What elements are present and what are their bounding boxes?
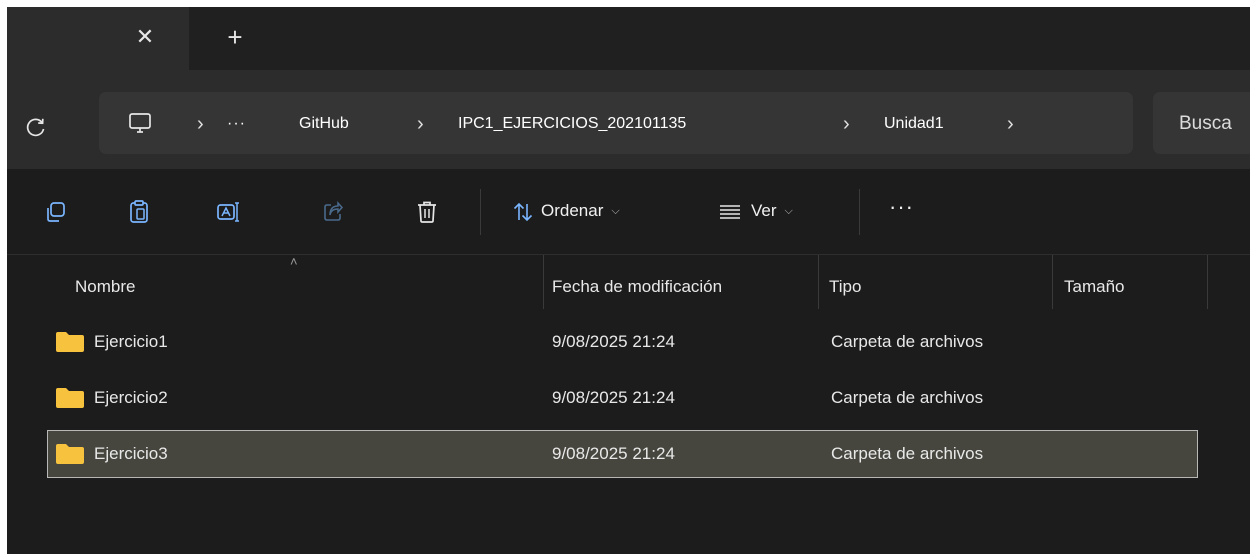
breadcrumb-separator-icon[interactable]: › [197,112,204,136]
breadcrumb-overflow[interactable]: ··· [227,112,246,136]
file-name: Ejercicio3 [94,444,168,463]
file-date: 9/08/2025 21:24 [552,388,675,407]
folder-icon [56,388,84,408]
view-label: Ver [751,201,777,220]
paste-icon[interactable] [124,197,154,227]
file-type: Carpeta de archivos [831,332,984,351]
file-type: Carpeta de archivos [831,388,984,407]
refresh-icon[interactable] [23,114,49,140]
more-options-button[interactable]: ··· [889,195,914,219]
column-size[interactable]: Tamaño [1064,275,1124,299]
tab-strip: ✕ + [7,7,1250,70]
view-icon[interactable] [715,197,745,227]
breadcrumb-separator-icon[interactable]: › [1007,112,1014,136]
column-date[interactable]: Fecha de modificación [552,275,722,299]
sort-icon[interactable] [508,197,538,227]
share-icon[interactable] [318,197,348,227]
view-button[interactable]: Ver ⌵ [751,199,793,223]
breadcrumb-github[interactable]: GitHub [299,112,349,136]
folder-icon [56,444,84,464]
column-divider[interactable] [1207,255,1208,309]
column-divider[interactable] [1052,255,1053,309]
new-tab-button[interactable]: + [221,23,249,51]
command-bar: Ordenar ⌵ Ver ⌵ ··· [7,169,1250,255]
this-pc-icon[interactable] [126,112,154,136]
file-name: Ejercicio2 [94,388,168,407]
delete-icon[interactable] [412,197,442,227]
search-placeholder: Busca [1179,113,1232,134]
breadcrumb-unidad1[interactable]: Unidad1 [884,112,944,136]
column-header: ˄ Nombre Fecha de modificación Tipo Tama… [7,255,1250,315]
sort-button[interactable]: Ordenar ⌵ [541,199,620,223]
sort-label: Ordenar [541,201,604,220]
column-type[interactable]: Tipo [829,275,861,299]
file-name: Ejercicio1 [94,332,168,351]
column-name[interactable]: Nombre [75,275,135,299]
navigation-bar: › ··· GitHub › IPC1_EJERCICIOS_202101135… [7,70,1250,169]
toolbar-divider [480,189,481,235]
chevron-down-icon: ⌵ [611,205,620,217]
file-row-ejercicio1[interactable]: Ejercicio1 9/08/2025 21:24 Carpeta de ar… [47,320,1198,364]
file-type: Carpeta de archivos [831,444,984,463]
sort-ascending-icon: ˄ [290,254,298,269]
file-explorer-window: ✕ + › ··· GitHub › IPC1_EJERCICIOS_20210… [7,7,1250,554]
breadcrumb-separator-icon[interactable]: › [417,112,424,136]
chevron-down-icon: ⌵ [784,205,793,217]
file-row-ejercicio3[interactable]: Ejercicio3 9/08/2025 21:24 Carpeta de ar… [47,430,1198,478]
search-box[interactable]: Busca [1153,92,1250,154]
column-divider[interactable] [818,255,819,309]
rename-icon[interactable] [214,197,244,227]
toolbar-divider [859,189,860,235]
column-divider[interactable] [543,255,544,309]
file-row-ejercicio2[interactable]: Ejercicio2 9/08/2025 21:24 Carpeta de ar… [47,376,1198,420]
file-date: 9/08/2025 21:24 [552,332,675,351]
close-tab-icon[interactable]: ✕ [131,23,159,51]
breadcrumb-repo[interactable]: IPC1_EJERCICIOS_202101135 [458,112,686,136]
breadcrumb-separator-icon[interactable]: › [843,112,850,136]
address-bar[interactable]: › ··· GitHub › IPC1_EJERCICIOS_202101135… [99,92,1133,154]
folder-icon [56,332,84,352]
copy-icon[interactable] [40,197,70,227]
active-tab[interactable]: ✕ [7,7,189,70]
file-date: 9/08/2025 21:24 [552,444,675,463]
